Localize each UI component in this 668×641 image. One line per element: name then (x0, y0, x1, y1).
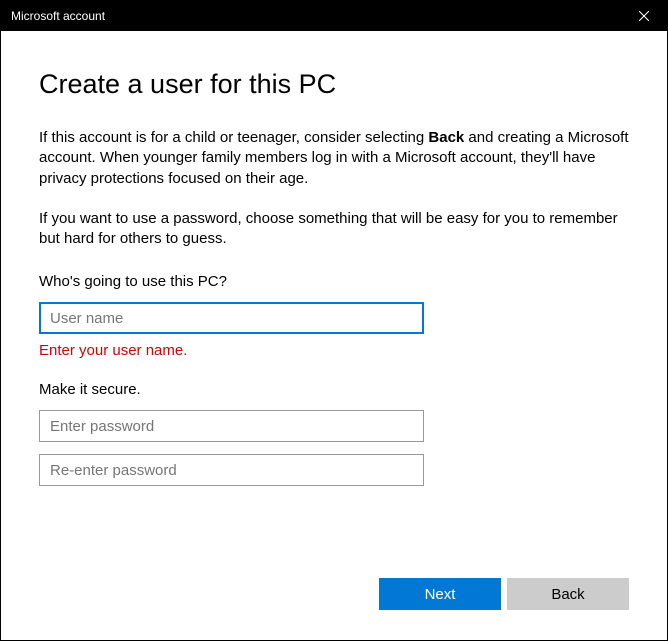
dialog-window: Microsoft account Create a user for this… (0, 0, 668, 641)
button-row: Next Back (379, 578, 629, 610)
dialog-content: Create a user for this PC If this accoun… (1, 31, 667, 640)
next-button[interactable]: Next (379, 578, 501, 610)
description-password-hint: If you want to use a password, choose so… (39, 209, 629, 250)
desc1-bold: Back (428, 129, 464, 146)
password-input[interactable] (39, 410, 424, 442)
username-error: Enter your user name. (39, 342, 629, 359)
desc1-pre: If this account is for a child or teenag… (39, 129, 428, 146)
confirm-password-input[interactable] (39, 454, 424, 486)
close-icon (639, 11, 649, 21)
username-input[interactable] (39, 302, 424, 334)
window-title: Microsoft account (11, 9, 105, 23)
username-section-label: Who's going to use this PC? (39, 273, 629, 290)
page-heading: Create a user for this PC (39, 69, 629, 100)
password-section-label: Make it secure. (39, 381, 629, 398)
description-child-account: If this account is for a child or teenag… (39, 128, 629, 189)
close-button[interactable] (621, 1, 667, 31)
back-button[interactable]: Back (507, 578, 629, 610)
titlebar: Microsoft account (1, 1, 667, 31)
